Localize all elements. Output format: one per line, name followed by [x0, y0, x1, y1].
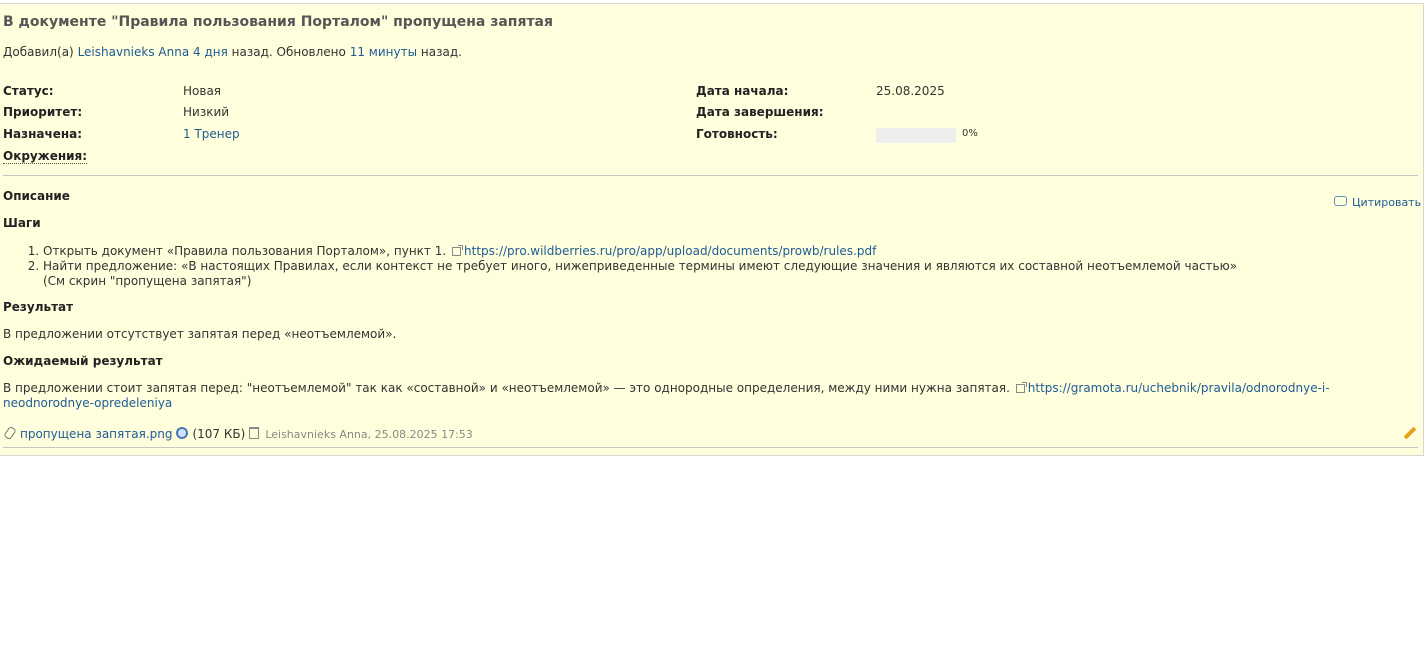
attachment-size: (107 КБ)	[192, 427, 246, 441]
expected-paragraph: В предложении стоит запятая перед: "неот…	[3, 381, 1413, 411]
priority-value: Низкий	[183, 105, 230, 119]
attachment-row: пропущена запятая.png (107 КБ) Leishavniek…	[3, 425, 473, 441]
priority-label: Приоритет:	[3, 105, 83, 119]
result-title: Результат	[3, 300, 74, 314]
attachment-meta: Leishavnieks Anna, 25.08.2025 17:53	[265, 428, 473, 441]
issue-author-line: Добавил(а) Leishavnieks Anna 4 дня назад…	[3, 45, 462, 59]
author-prefix: Добавил(а)	[3, 45, 74, 59]
assigned-link[interactable]: 1 Тренер	[183, 127, 240, 141]
author-link[interactable]: Leishavnieks Anna	[78, 45, 190, 59]
due-date-label: Дата завершения:	[696, 105, 824, 119]
step2-text: Найти предложение: «В настоящих Правилах…	[43, 259, 1238, 273]
expected-text: В предложении стоит запятая перед: "неот…	[3, 381, 1010, 395]
list-item: Найти предложение: «В настоящих Правилах…	[43, 259, 1423, 289]
updated-ago-link[interactable]: 11 минуты	[350, 45, 417, 59]
added-suffix: назад. Обновлено	[231, 45, 346, 59]
start-date-label: Дата начала:	[696, 84, 789, 98]
divider	[3, 175, 1418, 176]
status-value: Новая	[183, 84, 222, 98]
list-item: Открыть документ «Правила пользования По…	[43, 244, 1423, 259]
expected-title: Ожидаемый результат	[3, 354, 163, 368]
done-label: Готовность:	[696, 127, 778, 141]
start-date-value: 25.08.2025	[876, 84, 945, 98]
added-ago-link[interactable]: 4 дня	[193, 45, 228, 59]
step2-note: (См скрин "пропущена запятая")	[43, 274, 252, 288]
step1-text: Открыть документ «Правила пользования По…	[43, 244, 447, 258]
paperclip-icon	[3, 425, 17, 441]
quote-label: Цитировать	[1352, 196, 1422, 209]
steps-list: Открыть документ «Правила пользования По…	[3, 244, 1423, 289]
magnifier-icon[interactable]	[176, 427, 189, 439]
assigned-label: Назначена:	[3, 127, 83, 141]
environment-label: Окружения:	[3, 149, 88, 164]
description-title: Описание	[3, 189, 70, 203]
quote-button[interactable]: Цитировать	[1334, 196, 1421, 209]
quote-icon	[1334, 196, 1347, 206]
issue-subject: В документе "Правила пользования Портало…	[3, 14, 553, 30]
step1-link[interactable]: https://pro.wildberries.ru/pro/app/uploa…	[464, 244, 876, 258]
external-link-icon	[1015, 382, 1027, 393]
trash-icon[interactable]	[249, 427, 260, 439]
result-text: В предложении отсутствует запятая перед …	[3, 327, 397, 341]
status-label: Статус:	[3, 84, 54, 98]
attachment-link[interactable]: пропущена запятая.png	[20, 427, 172, 441]
pencil-icon[interactable]	[1403, 426, 1417, 440]
done-percent: 0%	[962, 128, 978, 139]
updated-suffix: назад.	[420, 45, 462, 59]
issue-panel: В документе "Правила пользования Портало…	[0, 3, 1424, 456]
steps-title: Шаги	[3, 216, 41, 230]
done-progress-bar	[876, 128, 956, 143]
external-link-icon	[452, 245, 464, 256]
bottom-divider	[3, 447, 1418, 448]
